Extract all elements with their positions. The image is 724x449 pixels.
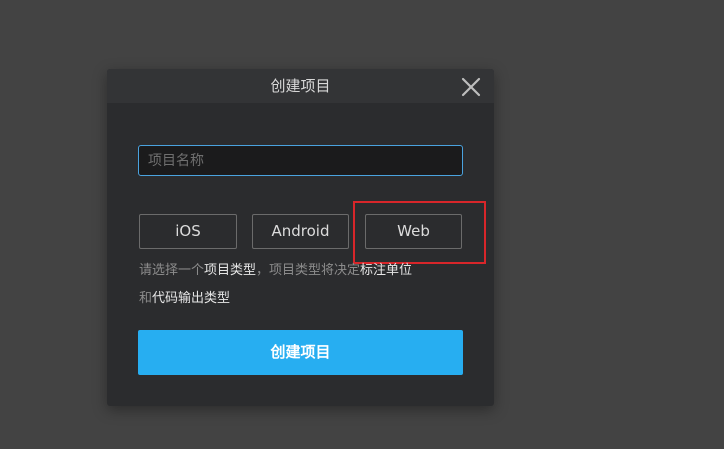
create-project-button[interactable]: 创建项目 xyxy=(138,330,463,375)
hint-emphasis: 标注单位 xyxy=(360,263,413,278)
dialog-title: 创建项目 xyxy=(270,77,331,95)
close-button[interactable] xyxy=(460,76,482,98)
type-ios-button[interactable]: iOS xyxy=(139,214,237,249)
close-icon xyxy=(460,76,482,98)
create-project-dialog: 创建项目 iOS Android Web 请选择一个项目类型，项目类型将决定标注… xyxy=(107,69,494,406)
type-web-button[interactable]: Web xyxy=(365,214,462,249)
hint-text: ，项目类型将决定 xyxy=(256,263,361,278)
hint-emphasis: 项目类型 xyxy=(204,263,257,278)
project-type-hint: 请选择一个项目类型，项目类型将决定标注单位和代码输出类型 xyxy=(139,257,465,313)
hint-text: 和 xyxy=(139,291,153,306)
type-android-button[interactable]: Android xyxy=(252,214,349,249)
hint-emphasis: 代码输出类型 xyxy=(152,291,231,306)
hint-text: 请选择一个 xyxy=(139,263,205,278)
project-name-input[interactable] xyxy=(138,145,463,176)
